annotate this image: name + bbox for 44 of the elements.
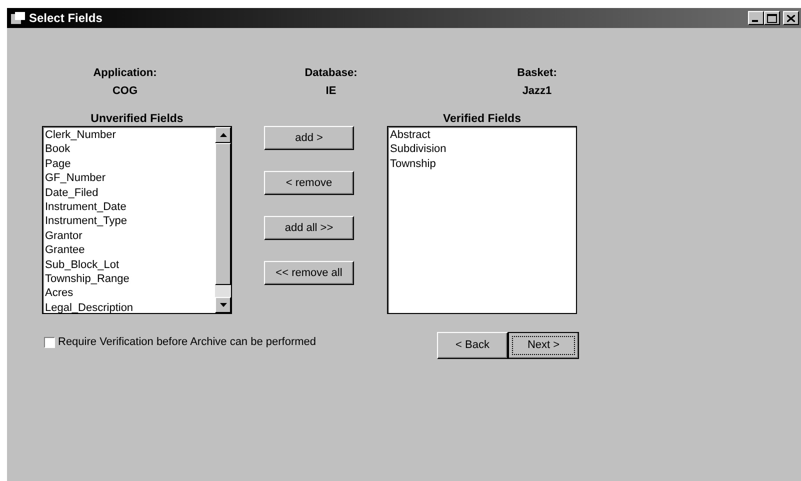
list-item[interactable]: Township xyxy=(390,156,574,172)
list-item[interactable]: Grantee xyxy=(45,243,213,258)
info-label: Basket: xyxy=(516,66,558,81)
info-label: Application: xyxy=(92,66,158,81)
list-item[interactable]: Subdivision xyxy=(390,142,574,157)
list-item[interactable]: Page xyxy=(45,156,213,172)
list-item[interactable]: Acres xyxy=(45,286,213,301)
list-item[interactable]: Book xyxy=(45,142,213,157)
list-item[interactable]: Abstract xyxy=(390,128,574,142)
info-value: IE xyxy=(324,84,338,99)
scrollbar[interactable] xyxy=(215,127,231,313)
list-item[interactable]: Grantor xyxy=(45,228,213,244)
close-icon xyxy=(787,14,795,22)
close-button[interactable] xyxy=(783,11,799,25)
down-arrow-icon[interactable] xyxy=(220,303,226,307)
list-item[interactable]: Legal_Description xyxy=(45,300,213,313)
window-title: Select Fields xyxy=(29,10,102,27)
maximize-icon xyxy=(767,14,778,22)
list-item[interactable]: GF_Number xyxy=(45,171,213,186)
app-icon xyxy=(11,12,25,24)
list-item[interactable]: Instrument_Date xyxy=(45,200,213,214)
maximize-button[interactable] xyxy=(764,11,780,25)
unverified-fields-list[interactable]: Clerk_Number Book Page GF_Number Date_Filed Instrument_Date Instrument_Type Grantor Grantee Sub_Block_Lot Township_Range Acres Legal_Description xyxy=(42,126,232,314)
list-item[interactable]: Township_Range xyxy=(45,272,213,286)
list-item[interactable]: Clerk_Number xyxy=(45,128,213,142)
minimize-button[interactable] xyxy=(748,11,764,25)
list-item[interactable]: Instrument_Type xyxy=(45,214,213,229)
action-button[interactable]: add > xyxy=(264,126,354,150)
checkbox[interactable] xyxy=(44,336,55,348)
checkbox-label[interactable]: Require Verification before Archive can be performed xyxy=(58,334,316,350)
info-label: Database: xyxy=(304,66,358,81)
action-button[interactable]: << remove all xyxy=(264,261,354,285)
info-value: COG xyxy=(111,84,139,99)
nav-button[interactable]: Next > xyxy=(508,332,579,359)
list-item[interactable]: Sub_Block_Lot xyxy=(45,258,213,272)
up-arrow-icon[interactable] xyxy=(220,133,226,137)
list-item[interactable]: Date_Filed xyxy=(45,186,213,200)
action-button[interactable]: < remove xyxy=(264,171,354,195)
info-value: Jazz1 xyxy=(521,84,553,99)
verified-fields-list[interactable]: Abstract Subdivision Township xyxy=(387,126,577,314)
action-button[interactable]: add all >> xyxy=(264,216,354,240)
list-title: Verified Fields xyxy=(442,112,522,126)
list-title: Unverified Fields xyxy=(90,112,184,126)
nav-button[interactable]: < Back xyxy=(437,332,508,359)
